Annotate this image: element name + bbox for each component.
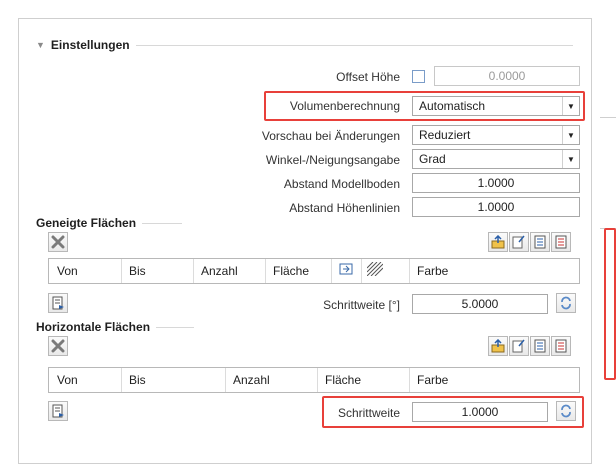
column-separator <box>121 368 122 392</box>
import-icon <box>512 235 525 249</box>
refresh-button[interactable] <box>556 401 576 421</box>
column-farbe[interactable]: Farbe <box>417 264 448 278</box>
dropdown-arrow-icon[interactable]: ▼ <box>562 126 579 144</box>
hatch-icon[interactable] <box>366 261 384 279</box>
dropdown-arrow-icon[interactable]: ▼ <box>562 97 579 115</box>
table-icon <box>534 235 546 249</box>
column-separator <box>361 259 362 283</box>
modellboden-field[interactable]: 1.0000 <box>412 173 580 193</box>
table-red-button[interactable] <box>551 336 571 356</box>
table-red-icon <box>555 235 567 249</box>
step-label: Schrittweite <box>337 406 400 420</box>
column-farbe[interactable]: Farbe <box>417 373 448 387</box>
section-title: Geneigte Flächen <box>36 216 137 230</box>
column-separator <box>121 259 122 283</box>
side-divider <box>600 228 616 229</box>
horizontale-table-header: Von Bis Anzahl Fläche Farbe <box>48 367 580 393</box>
side-strip <box>600 0 616 462</box>
column-bis[interactable]: Bis <box>129 264 146 278</box>
import-button[interactable] <box>509 232 529 252</box>
delete-button[interactable] <box>48 336 68 356</box>
column-separator <box>225 368 226 392</box>
table-button[interactable] <box>530 336 550 356</box>
section-title: Einstellungen <box>50 38 130 52</box>
apply-icon <box>52 404 64 418</box>
winkel-select[interactable]: Grad ▼ <box>412 149 580 169</box>
column-separator <box>409 259 410 283</box>
side-divider <box>600 117 616 118</box>
column-von[interactable]: Von <box>57 264 78 278</box>
volumen-label: Volumenberechnung <box>289 99 400 113</box>
import-button[interactable] <box>509 336 529 356</box>
refresh-icon <box>561 296 571 310</box>
vorschau-label: Vorschau bei Änderungen <box>261 129 400 143</box>
delete-button[interactable] <box>48 232 68 252</box>
column-separator <box>317 368 318 392</box>
column-flaeche[interactable]: Fläche <box>273 264 309 278</box>
volumen-select[interactable]: Automatisch ▼ <box>412 96 580 116</box>
table-red-button[interactable] <box>551 232 571 252</box>
divider <box>156 326 195 328</box>
pin-icon[interactable] <box>339 262 353 279</box>
vorschau-value: Reduziert <box>419 128 471 142</box>
refresh-icon <box>561 404 571 418</box>
column-separator <box>265 259 266 283</box>
winkel-label: Winkel-/Neigungsangabe <box>265 153 400 167</box>
offset-label: Offset Höhe <box>336 70 400 84</box>
offset-field[interactable]: 0.0000 <box>434 66 580 86</box>
column-von[interactable]: Von <box>57 373 78 387</box>
delete-icon <box>51 235 65 249</box>
winkel-value: Grad <box>419 152 446 166</box>
vorschau-select[interactable]: Reduziert ▼ <box>412 125 580 145</box>
refresh-button[interactable] <box>556 293 576 313</box>
volumen-value: Automatisch <box>419 99 486 113</box>
section-header-einstellungen[interactable]: ▼ Einstellungen <box>36 38 584 52</box>
step-field[interactable]: 5.0000 <box>412 294 548 314</box>
geneigte-table-header: Von Bis Anzahl Fläche Farbe <box>48 258 580 284</box>
column-anzahl[interactable]: Anzahl <box>201 264 238 278</box>
export-icon <box>491 235 505 249</box>
divider <box>142 222 183 224</box>
hoehenlinien-label: Abstand Höhenlinien <box>289 201 400 215</box>
dropdown-arrow-icon[interactable]: ▼ <box>562 150 579 168</box>
column-separator <box>331 259 332 283</box>
import-icon <box>512 339 525 353</box>
export-button[interactable] <box>488 232 508 252</box>
export-icon <box>491 339 505 353</box>
column-flaeche[interactable]: Fläche <box>325 373 361 387</box>
apply-button[interactable] <box>48 401 68 421</box>
delete-icon <box>51 339 65 353</box>
column-bis[interactable]: Bis <box>129 373 146 387</box>
table-red-icon <box>555 339 567 353</box>
column-anzahl[interactable]: Anzahl <box>233 373 270 387</box>
table-button[interactable] <box>530 232 550 252</box>
step-field[interactable]: 1.0000 <box>412 402 548 422</box>
hoehenlinien-field[interactable]: 1.0000 <box>412 197 580 217</box>
step-label: Schrittweite [°] <box>323 298 400 312</box>
section-header-horizontale: Horizontale Flächen <box>36 320 256 334</box>
section-header-geneigte: Geneigte Flächen <box>36 216 236 230</box>
column-separator <box>409 368 410 392</box>
table-icon <box>534 339 546 353</box>
export-button[interactable] <box>488 336 508 356</box>
section-title: Horizontale Flächen <box>36 320 151 334</box>
column-separator <box>193 259 194 283</box>
chevron-down-icon: ▼ <box>36 40 45 50</box>
apply-button[interactable] <box>48 293 68 313</box>
modellboden-label: Abstand Modellboden <box>283 177 400 191</box>
offset-checkbox[interactable] <box>412 70 425 83</box>
apply-icon <box>52 296 64 310</box>
divider <box>135 44 573 46</box>
